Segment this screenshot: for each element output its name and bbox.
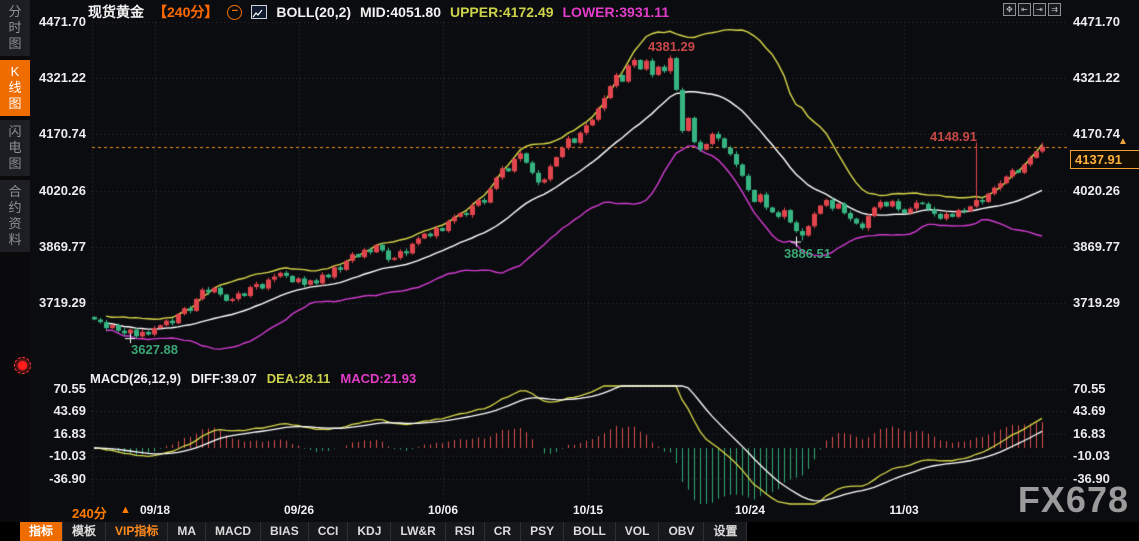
- date-label-4: 10/24: [735, 503, 765, 517]
- macd-axis-left-4: -36.90: [30, 471, 86, 486]
- sidebar-tab-4[interactable]: 合约资料: [0, 180, 30, 252]
- price-axis-left-3: 4020.26: [30, 183, 86, 198]
- boll-lower-value: LOWER:3931.11: [563, 4, 670, 20]
- marker-low-3886.51: 3886.51: [784, 246, 831, 261]
- price-axis-left-2: 4170.74: [30, 126, 86, 141]
- macd-axis-left-3: -10.03: [30, 448, 86, 463]
- marker-high-4381.29: 4381.29: [648, 39, 695, 54]
- toolbar-item-PSY[interactable]: PSY: [521, 522, 564, 541]
- sidebar-tab-2[interactable]: K线图: [0, 60, 30, 116]
- price-axis-right-2: 4170.74: [1073, 126, 1120, 141]
- sidebar-tab-1[interactable]: 分时图: [0, 0, 30, 56]
- shift-data-icon[interactable]: ⇉: [1048, 3, 1061, 16]
- macd-dea-value: DEA:28.11: [267, 371, 331, 386]
- boll-upper-value: UPPER:4172.49: [450, 4, 554, 20]
- macd-diff-value: DIFF:39.07: [191, 371, 257, 386]
- toolbar-item-CR[interactable]: CR: [485, 522, 521, 541]
- price-axis-right-5: 3719.29: [1073, 295, 1120, 310]
- marker-high-4148.91: 4148.91: [930, 129, 977, 144]
- macd-axis-right-2: 16.83: [1073, 426, 1106, 441]
- mini-chart-icon[interactable]: [251, 5, 267, 19]
- macd-axis-left-2: 16.83: [30, 426, 86, 441]
- collapse-icon[interactable]: −: [227, 5, 242, 20]
- date-label-5: 11/03: [889, 503, 918, 517]
- sidebar: 分时图 K线图闪电图合约资料: [0, 0, 30, 541]
- price-axis-right-3: 4020.26: [1073, 183, 1120, 198]
- date-label-2: 10/06: [428, 503, 458, 517]
- chart-header: 现货黄金 【240分】 − BOLL(20,2) MID:4051.80 UPP…: [88, 2, 669, 22]
- boll-label: BOLL(20,2): [276, 4, 351, 20]
- current-price-box: 4137.91: [1070, 150, 1139, 169]
- chart-tools: ✥⇤⇥⇉: [1003, 3, 1061, 16]
- toolbar-item-MA[interactable]: MA: [168, 522, 206, 541]
- toolbar-item-模板[interactable]: 模板: [63, 522, 106, 541]
- macd-axis-right-4: -36.90: [1073, 471, 1110, 486]
- toolbar-item-LW&R[interactable]: LW&R: [391, 522, 445, 541]
- toolbar-item-指标[interactable]: 指标: [20, 522, 63, 541]
- timeframe-dropdown-icon[interactable]: ▲: [120, 504, 131, 516]
- pan-icon[interactable]: ✥: [1003, 3, 1016, 16]
- price-axis-right-0: 4471.70: [1073, 14, 1120, 29]
- price-axis-right-4: 3869.77: [1073, 239, 1120, 254]
- sidebar-tab-3[interactable]: 闪电图: [0, 120, 30, 176]
- price-axis-left-0: 4471.70: [30, 14, 86, 29]
- boll-mid-value: MID:4051.80: [360, 4, 441, 20]
- macd-axis-left-1: 43.69: [30, 403, 86, 418]
- macd-axis-right-0: 70.55: [1073, 381, 1106, 396]
- symbol-name: 现货黄金: [88, 2, 144, 22]
- macd-title: MACD(26,12,9): [90, 371, 181, 386]
- price-axis-left-1: 4321.22: [30, 70, 86, 85]
- date-label-3: 10/15: [573, 503, 603, 517]
- toolbar-item-CCI[interactable]: CCI: [309, 522, 349, 541]
- date-label-1: 09/26: [284, 503, 314, 517]
- macd-header: MACD(26,12,9) DIFF:39.07 DEA:28.11 MACD:…: [90, 371, 416, 386]
- price-axis-right-1: 4321.22: [1073, 70, 1120, 85]
- trading-app: { "header": { "symbol": "现货黄金", "period"…: [0, 0, 1139, 541]
- period-badge[interactable]: 【240分】: [153, 2, 218, 22]
- price-axis-left-4: 3869.77: [30, 239, 86, 254]
- price-axis-left-5: 3719.29: [30, 295, 86, 310]
- macd-axis-right-3: -10.03: [1073, 448, 1110, 463]
- toolbar-item-设置[interactable]: 设置: [704, 522, 747, 541]
- toolbar-item-OBV[interactable]: OBV: [659, 522, 704, 541]
- toolbar-item-VIP指标[interactable]: VIP指标: [106, 522, 168, 541]
- macd-axis-left-0: 70.55: [30, 381, 86, 396]
- toolbar-item-MACD[interactable]: MACD: [206, 522, 261, 541]
- price-up-arrow-icon: ▲: [1118, 137, 1128, 147]
- toolbar-item-VOL[interactable]: VOL: [616, 522, 660, 541]
- macd-axis-right-1: 43.69: [1073, 403, 1106, 418]
- alert-blink-icon[interactable]: [18, 361, 27, 370]
- toolbar-item-RSI[interactable]: RSI: [446, 522, 485, 541]
- toolbar-item-BOLL[interactable]: BOLL: [564, 522, 616, 541]
- marker-low-3627.88: 3627.88: [131, 342, 178, 357]
- chart-canvas[interactable]: [0, 0, 1139, 541]
- macd-macd-value: MACD:21.93: [340, 371, 416, 386]
- timeframe-label[interactable]: 240分: [72, 503, 107, 522]
- toolbar-item-BIAS[interactable]: BIAS: [261, 522, 309, 541]
- bottom-toolbar: 指标模板VIP指标MAMACDBIASCCIKDJLW&RRSICRPSYBOL…: [0, 522, 1139, 541]
- toolbar-item-KDJ[interactable]: KDJ: [348, 522, 391, 541]
- scale-right-axis-icon[interactable]: ⇥: [1033, 3, 1046, 16]
- scale-left-axis-icon[interactable]: ⇤: [1018, 3, 1031, 16]
- date-label-0: 09/18: [140, 503, 170, 517]
